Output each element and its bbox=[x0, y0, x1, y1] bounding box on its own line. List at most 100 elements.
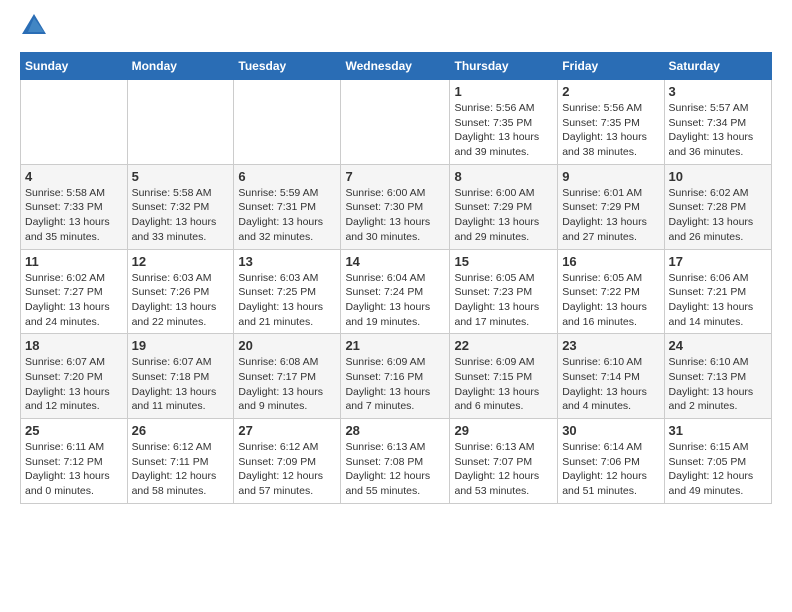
calendar-cell: 16Sunrise: 6:05 AM Sunset: 7:22 PM Dayli… bbox=[558, 249, 664, 334]
day-info: Sunrise: 6:02 AM Sunset: 7:27 PM Dayligh… bbox=[25, 271, 123, 330]
day-number: 31 bbox=[669, 423, 767, 438]
logo bbox=[20, 16, 52, 44]
week-row-2: 11 Sunrise: 6:02 AM Sunset: 7:27 PM Dayli… bbox=[21, 249, 772, 334]
calendar-cell: 22 Sunrise: 6:09 AM Sunset: 7:15 PM Dayli… bbox=[450, 334, 558, 419]
day-info: Sunrise: 6:14 AM Sunset: 7:06 PM Dayligh… bbox=[562, 440, 659, 499]
header bbox=[20, 16, 772, 44]
day-info: Sunrise: 5:56 AM Sunset: 7:35 PM Dayligh… bbox=[454, 101, 553, 160]
day-number: 10 bbox=[669, 169, 767, 184]
calendar-cell: 13 Sunrise: 6:03 AM Sunset: 7:25 PM Dayli… bbox=[234, 249, 341, 334]
calendar-cell: 28Sunrise: 6:13 AM Sunset: 7:08 PM Dayli… bbox=[341, 419, 450, 504]
calendar-cell: 6 Sunrise: 5:59 AM Sunset: 7:31 PM Daylig… bbox=[234, 164, 341, 249]
day-info: Sunrise: 6:07 AM Sunset: 7:18 PM Dayligh… bbox=[132, 355, 230, 414]
calendar-cell: 2 Sunrise: 5:56 AM Sunset: 7:35 PM Daylig… bbox=[558, 80, 664, 165]
day-number: 13 bbox=[238, 254, 336, 269]
day-info: Sunrise: 6:10 AM Sunset: 7:13 PM Dayligh… bbox=[669, 355, 767, 414]
day-number: 4 bbox=[25, 169, 123, 184]
day-info: Sunrise: 6:12 AM Sunset: 7:11 PM Dayligh… bbox=[132, 440, 230, 499]
calendar-cell: 8 Sunrise: 6:00 AM Sunset: 7:29 PM Daylig… bbox=[450, 164, 558, 249]
col-header-friday: Friday bbox=[558, 53, 664, 80]
day-number: 1 bbox=[454, 84, 553, 99]
calendar-cell: 19 Sunrise: 6:07 AM Sunset: 7:18 PM Dayli… bbox=[127, 334, 234, 419]
day-info: Sunrise: 6:00 AM Sunset: 7:30 PM Dayligh… bbox=[345, 186, 445, 245]
day-number: 14 bbox=[345, 254, 445, 269]
col-header-sunday: Sunday bbox=[21, 53, 128, 80]
day-info: Sunrise: 6:01 AM Sunset: 7:29 PM Dayligh… bbox=[562, 186, 659, 245]
calendar-cell: 10Sunrise: 6:02 AM Sunset: 7:28 PM Dayli… bbox=[664, 164, 771, 249]
calendar-cell: 15Sunrise: 6:05 AM Sunset: 7:23 PM Dayli… bbox=[450, 249, 558, 334]
calendar-cell: 5 Sunrise: 5:58 AM Sunset: 7:32 PM Daylig… bbox=[127, 164, 234, 249]
calendar-cell: 26 Sunrise: 6:12 AM Sunset: 7:11 PM Dayli… bbox=[127, 419, 234, 504]
day-number: 26 bbox=[132, 423, 230, 438]
day-number: 21 bbox=[345, 338, 445, 353]
calendar-cell: 9 Sunrise: 6:01 AM Sunset: 7:29 PM Daylig… bbox=[558, 164, 664, 249]
day-number: 11 bbox=[25, 254, 123, 269]
day-number: 30 bbox=[562, 423, 659, 438]
day-number: 16 bbox=[562, 254, 659, 269]
calendar-cell: 24 Sunrise: 6:10 AM Sunset: 7:13 PM Dayli… bbox=[664, 334, 771, 419]
col-header-saturday: Saturday bbox=[664, 53, 771, 80]
day-number: 29 bbox=[454, 423, 553, 438]
calendar-cell bbox=[21, 80, 128, 165]
day-number: 8 bbox=[454, 169, 553, 184]
calendar-cell: 21 Sunrise: 6:09 AM Sunset: 7:16 PM Dayli… bbox=[341, 334, 450, 419]
day-number: 9 bbox=[562, 169, 659, 184]
calendar-cell: 12Sunrise: 6:03 AM Sunset: 7:26 PM Dayli… bbox=[127, 249, 234, 334]
day-info: Sunrise: 6:00 AM Sunset: 7:29 PM Dayligh… bbox=[454, 186, 553, 245]
day-number: 5 bbox=[132, 169, 230, 184]
day-number: 15 bbox=[454, 254, 553, 269]
day-info: Sunrise: 6:15 AM Sunset: 7:05 PM Dayligh… bbox=[669, 440, 767, 499]
header-row: SundayMondayTuesdayWednesdayThursdayFrid… bbox=[21, 53, 772, 80]
calendar-cell: 1 Sunrise: 5:56 AM Sunset: 7:35 PM Daylig… bbox=[450, 80, 558, 165]
day-info: Sunrise: 5:59 AM Sunset: 7:31 PM Dayligh… bbox=[238, 186, 336, 245]
day-info: Sunrise: 6:09 AM Sunset: 7:15 PM Dayligh… bbox=[454, 355, 553, 414]
day-info: Sunrise: 6:12 AM Sunset: 7:09 PM Dayligh… bbox=[238, 440, 336, 499]
calendar-cell bbox=[234, 80, 341, 165]
day-number: 25 bbox=[25, 423, 123, 438]
day-info: Sunrise: 6:07 AM Sunset: 7:20 PM Dayligh… bbox=[25, 355, 123, 414]
calendar-cell bbox=[341, 80, 450, 165]
week-row-0: 1 Sunrise: 5:56 AM Sunset: 7:35 PM Daylig… bbox=[21, 80, 772, 165]
day-info: Sunrise: 6:04 AM Sunset: 7:24 PM Dayligh… bbox=[345, 271, 445, 330]
calendar-cell: 11 Sunrise: 6:02 AM Sunset: 7:27 PM Dayli… bbox=[21, 249, 128, 334]
calendar-cell: 29Sunrise: 6:13 AM Sunset: 7:07 PM Dayli… bbox=[450, 419, 558, 504]
day-info: Sunrise: 6:03 AM Sunset: 7:26 PM Dayligh… bbox=[132, 271, 230, 330]
day-number: 7 bbox=[345, 169, 445, 184]
day-number: 3 bbox=[669, 84, 767, 99]
calendar-cell: 31 Sunrise: 6:15 AM Sunset: 7:05 PM Dayli… bbox=[664, 419, 771, 504]
calendar-cell: 17 Sunrise: 6:06 AM Sunset: 7:21 PM Dayli… bbox=[664, 249, 771, 334]
day-info: Sunrise: 6:09 AM Sunset: 7:16 PM Dayligh… bbox=[345, 355, 445, 414]
day-number: 23 bbox=[562, 338, 659, 353]
day-info: Sunrise: 6:06 AM Sunset: 7:21 PM Dayligh… bbox=[669, 271, 767, 330]
day-info: Sunrise: 5:57 AM Sunset: 7:34 PM Dayligh… bbox=[669, 101, 767, 160]
calendar-cell: 30 Sunrise: 6:14 AM Sunset: 7:06 PM Dayli… bbox=[558, 419, 664, 504]
day-number: 6 bbox=[238, 169, 336, 184]
day-number: 2 bbox=[562, 84, 659, 99]
day-number: 22 bbox=[454, 338, 553, 353]
calendar-cell: 18Sunrise: 6:07 AM Sunset: 7:20 PM Dayli… bbox=[21, 334, 128, 419]
week-row-4: 25 Sunrise: 6:11 AM Sunset: 7:12 PM Dayli… bbox=[21, 419, 772, 504]
day-number: 28 bbox=[345, 423, 445, 438]
col-header-tuesday: Tuesday bbox=[234, 53, 341, 80]
calendar-cell: 25 Sunrise: 6:11 AM Sunset: 7:12 PM Dayli… bbox=[21, 419, 128, 504]
day-info: Sunrise: 6:08 AM Sunset: 7:17 PM Dayligh… bbox=[238, 355, 336, 414]
calendar-cell: 14 Sunrise: 6:04 AM Sunset: 7:24 PM Dayli… bbox=[341, 249, 450, 334]
calendar-cell bbox=[127, 80, 234, 165]
col-header-wednesday: Wednesday bbox=[341, 53, 450, 80]
day-number: 24 bbox=[669, 338, 767, 353]
day-info: Sunrise: 5:58 AM Sunset: 7:32 PM Dayligh… bbox=[132, 186, 230, 245]
calendar-cell: 23 Sunrise: 6:10 AM Sunset: 7:14 PM Dayli… bbox=[558, 334, 664, 419]
day-info: Sunrise: 6:11 AM Sunset: 7:12 PM Dayligh… bbox=[25, 440, 123, 499]
calendar-table: SundayMondayTuesdayWednesdayThursdayFrid… bbox=[20, 52, 772, 504]
day-info: Sunrise: 6:10 AM Sunset: 7:14 PM Dayligh… bbox=[562, 355, 659, 414]
logo-icon bbox=[20, 12, 48, 40]
calendar-cell: 27 Sunrise: 6:12 AM Sunset: 7:09 PM Dayli… bbox=[234, 419, 341, 504]
day-number: 19 bbox=[132, 338, 230, 353]
day-number: 20 bbox=[238, 338, 336, 353]
day-number: 27 bbox=[238, 423, 336, 438]
calendar-cell: 3 Sunrise: 5:57 AM Sunset: 7:34 PM Daylig… bbox=[664, 80, 771, 165]
calendar-cell: 20 Sunrise: 6:08 AM Sunset: 7:17 PM Dayli… bbox=[234, 334, 341, 419]
day-info: Sunrise: 5:56 AM Sunset: 7:35 PM Dayligh… bbox=[562, 101, 659, 160]
day-number: 17 bbox=[669, 254, 767, 269]
day-info: Sunrise: 6:03 AM Sunset: 7:25 PM Dayligh… bbox=[238, 271, 336, 330]
